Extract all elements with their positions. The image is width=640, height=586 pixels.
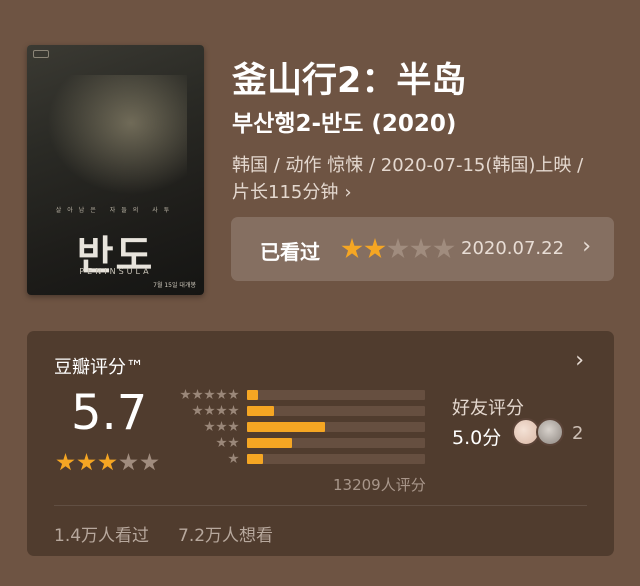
mini-star-icon	[204, 421, 215, 432]
star-filled-icon	[364, 238, 386, 259]
chevron-right-icon[interactable]: ›	[575, 348, 584, 373]
divider	[54, 505, 587, 506]
mini-star-icon	[180, 389, 191, 400]
distribution-stars-icon	[179, 389, 239, 400]
mini-star-icon	[216, 389, 227, 400]
distribution-row-5-star	[173, 389, 433, 401]
mini-star-icon	[216, 421, 227, 432]
distribution-bar-track	[247, 422, 425, 432]
mini-star-icon	[228, 389, 239, 400]
distribution-bar-fill	[247, 406, 274, 416]
star-empty-icon	[119, 453, 138, 471]
movie-meta[interactable]: 韩国 / 动作 惊悚 / 2020-07-15(韩国)上映 / 片长115分钟 ›	[232, 152, 622, 206]
friends-count: 2	[572, 423, 584, 444]
meta-line-2: 片长115分钟	[232, 182, 339, 203]
rating-heading: 豆瓣评分™	[54, 357, 144, 378]
distribution-row-1-star	[173, 453, 433, 465]
mini-star-icon	[228, 421, 239, 432]
user-rating-stars	[341, 238, 456, 260]
movie-title: 釜山行2：半岛	[232, 61, 467, 101]
poster-subtitle: PENINSULA	[79, 267, 152, 276]
distribution-bar-track	[247, 438, 425, 448]
movie-poster[interactable]: 살아남은 자들의 사투 반도 PENINSULA 7월 15일 대개봉	[27, 45, 204, 295]
distribution-bar-track	[247, 454, 425, 464]
rating-stars	[56, 453, 161, 472]
rating-score: 5.7	[71, 385, 148, 441]
friends-rating-label: 好友评分	[452, 398, 524, 419]
watched-date: 2020.07.22	[461, 238, 565, 259]
distribution-stars-icon	[191, 405, 239, 416]
mini-star-icon	[228, 405, 239, 416]
poster-badge	[33, 50, 49, 58]
want-count[interactable]: 7.2万人想看	[178, 521, 273, 546]
distribution-stars-icon	[215, 437, 239, 448]
star-empty-icon	[140, 453, 159, 471]
distribution-row-2-star	[173, 437, 433, 449]
meta-line-1: 韩国 / 动作 惊悚 / 2020-07-15(韩国)上映 /	[232, 155, 584, 176]
distribution-bar-fill	[247, 454, 264, 464]
distribution-stars-icon	[203, 421, 239, 432]
poster-tagline: 살아남은 자들의 사투	[55, 207, 176, 214]
distribution-stars-icon	[227, 453, 239, 464]
friend-avatar[interactable]	[536, 418, 564, 446]
watched-count[interactable]: 1.4万人看过	[54, 521, 149, 546]
distribution-row-4-star	[173, 405, 433, 417]
distribution-bar-fill	[247, 422, 326, 432]
star-empty-icon	[410, 238, 432, 259]
distribution-bar-track	[247, 406, 425, 416]
star-empty-icon	[387, 238, 409, 259]
friends-rating-score: 5.0分	[452, 427, 502, 449]
distribution-bar-fill	[247, 390, 258, 400]
star-filled-icon	[98, 453, 117, 471]
chevron-right-icon: ›	[582, 234, 591, 259]
douban-rating-card[interactable]: 豆瓣评分™ › 5.7 13209人评分 好友评分 5.0分 2 1.4万人看过…	[27, 331, 614, 556]
star-empty-icon	[433, 238, 455, 259]
movie-original-title: 부산행2-반도 (2020)	[232, 111, 457, 137]
watched-label: 已看过	[260, 240, 320, 264]
star-filled-icon	[77, 453, 96, 471]
mini-star-icon	[192, 405, 203, 416]
distribution-row-3-star	[173, 421, 433, 433]
star-filled-icon	[341, 238, 363, 259]
distribution-bar-track	[247, 390, 425, 400]
mini-star-icon	[204, 389, 215, 400]
mini-star-icon	[204, 405, 215, 416]
poster-artwork	[47, 75, 187, 195]
mini-star-icon	[228, 453, 239, 464]
mini-star-icon	[228, 437, 239, 448]
rating-count: 13209人评分	[333, 476, 426, 494]
star-filled-icon	[56, 453, 75, 471]
mini-star-icon	[192, 389, 203, 400]
chevron-right-icon: ›	[344, 182, 352, 203]
poster-release-date: 7월 15일 대개봉	[153, 282, 196, 289]
watched-status-button[interactable]: 已看过 2020.07.22 ›	[231, 217, 614, 281]
mini-star-icon	[216, 405, 227, 416]
distribution-bar-fill	[247, 438, 292, 448]
mini-star-icon	[216, 437, 227, 448]
